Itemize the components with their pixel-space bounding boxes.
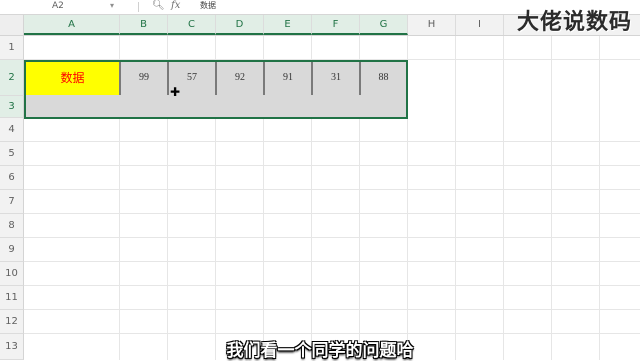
row-header-4[interactable]: 4 (0, 118, 24, 142)
row-3-cells[interactable] (25, 95, 407, 118)
column-header-e[interactable]: E (264, 15, 312, 35)
column-header-d[interactable]: D (216, 15, 264, 35)
video-subtitle: 我们看一个同学的问题哈 (226, 341, 414, 361)
watermark: 大佬说数码 (516, 10, 632, 35)
magnify-icon[interactable]: 🔍︎ (152, 0, 165, 12)
cell-b2[interactable]: 99 (120, 60, 168, 96)
gridline (599, 36, 600, 360)
row-header-5[interactable]: 5 (0, 142, 24, 166)
column-header-g[interactable]: G (360, 15, 408, 35)
chevron-down-icon[interactable]: ▾ (110, 0, 114, 12)
gridline (24, 189, 640, 190)
gridline (24, 165, 640, 166)
gridline (24, 261, 640, 262)
row-header-3[interactable]: 3 (0, 96, 24, 118)
formula-input[interactable]: 数据 (200, 0, 216, 12)
gridline (24, 237, 640, 238)
gridline (24, 213, 640, 214)
column-header-c[interactable]: C (168, 15, 216, 35)
gridline (455, 36, 456, 360)
gridline (24, 141, 640, 142)
row-header-6[interactable]: 6 (0, 166, 24, 190)
cell-f2[interactable]: 31 (312, 60, 360, 96)
column-header-a[interactable]: A (24, 15, 120, 35)
row-header-7[interactable]: 7 (0, 190, 24, 214)
row-header-12[interactable]: 12 (0, 310, 24, 334)
column-header-h[interactable]: H (408, 15, 456, 35)
select-all-corner[interactable] (0, 15, 24, 35)
fx-icon[interactable]: fx (171, 0, 180, 12)
row-header-11[interactable]: 11 (0, 286, 24, 310)
column-header-i[interactable]: I (456, 15, 504, 35)
crosshair-cursor-icon: ✚ (170, 85, 181, 99)
name-box[interactable]: A2 (0, 0, 118, 14)
row-header-2[interactable]: 2 (0, 60, 24, 96)
cell-d2[interactable]: 92 (216, 60, 264, 96)
cell-a2[interactable]: 数据 (25, 60, 120, 96)
row-header-10[interactable]: 10 (0, 262, 24, 286)
row-header-9[interactable]: 9 (0, 238, 24, 262)
cell-e2[interactable]: 91 (264, 60, 312, 96)
column-header-f[interactable]: F (312, 15, 360, 35)
row-header-8[interactable]: 8 (0, 214, 24, 238)
row-header-1[interactable]: 1 (0, 36, 24, 60)
column-header-b[interactable]: B (120, 15, 168, 35)
gridline (407, 36, 408, 360)
gridline (24, 285, 640, 286)
gridline (503, 36, 504, 360)
gridline (551, 36, 552, 360)
gridline (24, 333, 640, 334)
divider (138, 2, 139, 12)
gridline (24, 309, 640, 310)
cell-g2[interactable]: 88 (360, 60, 407, 96)
